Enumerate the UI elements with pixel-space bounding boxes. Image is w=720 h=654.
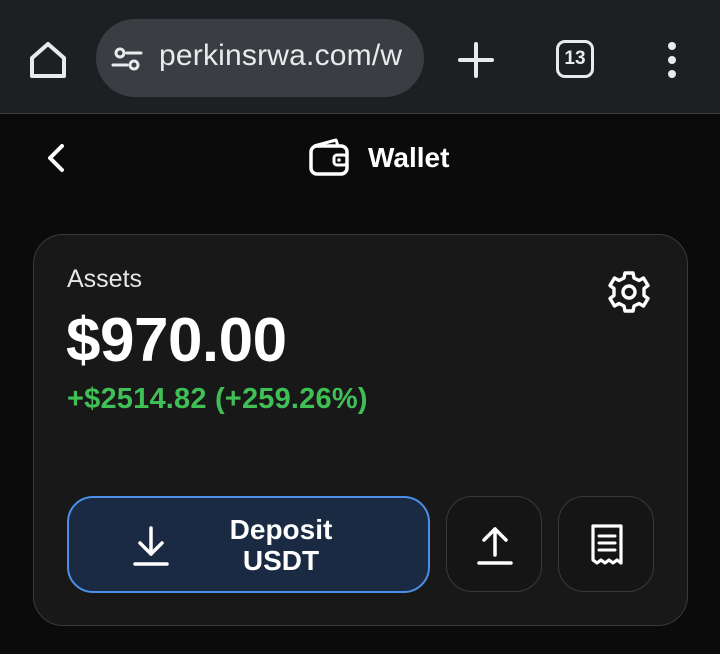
- total-balance: $970.00: [66, 306, 287, 375]
- deposit-label: Deposit USDT: [219, 514, 343, 576]
- deposit-label-line2: USDT: [242, 545, 320, 576]
- home-icon: [30, 42, 66, 78]
- new-tab-button[interactable]: [452, 36, 500, 84]
- home-button[interactable]: [24, 36, 72, 84]
- page-header: Wallet: [306, 136, 449, 180]
- download-icon: [133, 526, 169, 566]
- deposit-usdt-button[interactable]: Deposit USDT: [67, 496, 430, 593]
- assets-label: Assets: [67, 265, 143, 293]
- balance-change: +$2514.82 (+259.26%): [67, 383, 368, 415]
- more-vertical-icon: [668, 42, 676, 78]
- back-button[interactable]: [34, 136, 78, 180]
- receipt-icon: [591, 524, 623, 565]
- tab-count: 13: [564, 48, 586, 69]
- wallet-icon: [309, 138, 349, 176]
- gear-icon: [608, 271, 650, 313]
- browser-toolbar: perkinsrwa.com/w 13: [0, 0, 720, 114]
- deposit-label-line1: Deposit: [229, 514, 333, 545]
- browser-menu-button[interactable]: [652, 36, 692, 84]
- upload-icon: [477, 527, 513, 565]
- transaction-history-button[interactable]: [558, 496, 654, 592]
- page-title: Wallet: [368, 142, 450, 173]
- tune-icon[interactable]: [111, 43, 143, 75]
- address-bar[interactable]: perkinsrwa.com/w: [96, 19, 424, 97]
- tab-switcher-button[interactable]: 13: [556, 40, 594, 78]
- withdraw-button[interactable]: [446, 496, 542, 592]
- url-text[interactable]: perkinsrwa.com/w: [159, 39, 402, 73]
- assets-card: Assets $970.00 +$2514.82 (+259.26%) Depo…: [33, 234, 688, 626]
- plus-icon: [458, 42, 494, 78]
- settings-button[interactable]: [606, 269, 652, 315]
- chevron-left-icon: [48, 144, 64, 172]
